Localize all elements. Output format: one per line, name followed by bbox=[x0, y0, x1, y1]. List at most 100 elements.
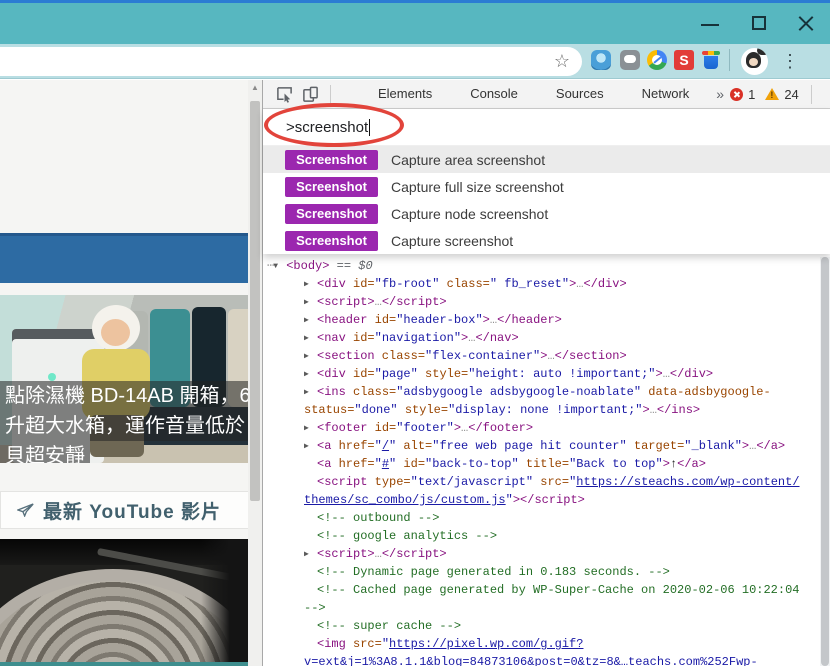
dom-tree-line[interactable]: <!-- google analytics --> bbox=[263, 527, 819, 545]
article-image[interactable]: 點除濕機 BD-14AB 開箱，6.5升超大水箱，運作音量低於 50貝超安靜 bbox=[0, 295, 253, 463]
dom-tree-line[interactable]: ▶<div id="fb-root" class=" fb_reset">…</… bbox=[263, 275, 819, 293]
dom-token: … bbox=[547, 349, 554, 363]
close-window-icon[interactable] bbox=[798, 15, 814, 31]
line-extension-icon[interactable] bbox=[620, 50, 640, 70]
dom-tree-line[interactable]: ▶<section class="flex-container">…</sect… bbox=[263, 347, 819, 365]
article-caption-line: 貝超安靜 bbox=[0, 441, 253, 463]
annotation-ellipse bbox=[264, 103, 404, 147]
inspect-element-icon[interactable] bbox=[276, 86, 293, 103]
dom-tree-line[interactable]: --> bbox=[263, 599, 819, 617]
mascot-extension-icon[interactable] bbox=[591, 50, 611, 70]
dom-tree-line[interactable]: <script type="text/javascript" src="http… bbox=[263, 473, 819, 491]
page-scrollbar[interactable]: ▲ bbox=[248, 80, 262, 666]
expand-arrow-icon[interactable]: ▶ bbox=[304, 546, 317, 564]
expand-arrow-icon[interactable]: ▶ bbox=[304, 366, 317, 384]
dom-token: " bbox=[375, 457, 382, 471]
dom-token: status= bbox=[304, 403, 354, 417]
dom-tree-line[interactable]: v=ext&j=1%3A8.1.1&blog=84873106&post=0&t… bbox=[263, 653, 819, 666]
dom-token: <div bbox=[317, 367, 346, 381]
tab-console[interactable]: Console bbox=[456, 80, 532, 108]
expand-arrow-icon[interactable]: ▶ bbox=[304, 312, 317, 330]
dom-token: <div bbox=[317, 277, 346, 291]
dom-token: <section bbox=[317, 349, 375, 363]
tab-network[interactable]: Network bbox=[628, 80, 704, 108]
expand-arrow-icon[interactable]: ▶ bbox=[304, 420, 317, 438]
expand-arrow-icon[interactable]: ▶ bbox=[304, 276, 317, 294]
dom-token: "flex-container" bbox=[425, 349, 540, 363]
expand-arrow-icon[interactable]: ▶ bbox=[304, 438, 317, 456]
window-titlebar[interactable] bbox=[0, 3, 830, 44]
trash-body-shape bbox=[704, 56, 718, 69]
dom-token: v=ext&j=1%3A8.1.1&blog=84873106&post=0&t… bbox=[304, 655, 758, 666]
dom-token: "fb-root" bbox=[375, 277, 440, 291]
dom-tree-line[interactable]: ▶<footer id="footer">…</footer> bbox=[263, 419, 819, 437]
dom-token: " fb_reset" bbox=[490, 277, 569, 291]
dom-token: <!-- super cache --> bbox=[317, 619, 461, 633]
dom-tree-line[interactable]: <!-- outbound --> bbox=[263, 509, 819, 527]
dom-token: </script> bbox=[382, 547, 447, 561]
dom-token: id= bbox=[367, 421, 396, 435]
dom-token: … bbox=[490, 313, 497, 327]
address-bar[interactable]: ☆ bbox=[0, 47, 582, 76]
dom-tree-line[interactable]: ▶<header id="header-box">…</header> bbox=[263, 311, 819, 329]
dom-token: <nav bbox=[317, 331, 346, 345]
dom-tree-line[interactable]: status="done" style="display: none !impo… bbox=[263, 401, 819, 419]
youtube-section-title: 最新 YouTube 影片 bbox=[43, 497, 221, 524]
google-extension-icon[interactable] bbox=[647, 50, 667, 70]
tab-sources[interactable]: Sources bbox=[542, 80, 618, 108]
minimize-icon[interactable] bbox=[701, 24, 719, 26]
shopback-extension-icon[interactable]: S bbox=[674, 50, 694, 70]
warning-badge[interactable]: ! 24 bbox=[765, 87, 798, 102]
dom-token: </script> bbox=[520, 493, 585, 507]
maximize-icon[interactable] bbox=[752, 16, 766, 30]
device-toolbar-icon[interactable] bbox=[302, 86, 319, 103]
dom-tree-line[interactable]: ▶<a href="/" alt="free web page hit coun… bbox=[263, 437, 819, 455]
devtools-scrollbar-thumb[interactable] bbox=[821, 257, 829, 666]
bookmark-star-icon[interactable]: ☆ bbox=[554, 50, 570, 72]
devtools-scrollbar[interactable] bbox=[820, 257, 830, 666]
command-results: ScreenshotCapture area screenshotScreens… bbox=[263, 146, 830, 254]
dom-tree-line[interactable]: ⋯▼<body> == $0 bbox=[263, 257, 819, 275]
dom-token: </nav> bbox=[475, 331, 518, 345]
browser-menu-icon[interactable]: ⋮ bbox=[781, 48, 799, 74]
scrollbar-thumb[interactable] bbox=[250, 101, 260, 501]
command-result-row[interactable]: ScreenshotCapture full size screenshot bbox=[263, 173, 830, 200]
dom-tree-line[interactable]: <!-- Dynamic page generated in 0.183 sec… bbox=[263, 563, 819, 581]
video-thumbnail[interactable] bbox=[0, 539, 253, 662]
dom-token: > bbox=[454, 421, 461, 435]
tabbar-separator bbox=[330, 85, 331, 104]
dom-tree-line[interactable]: <img src="https://pixel.wp.com/g.gif? bbox=[263, 635, 819, 653]
expand-arrow-icon[interactable]: ▶ bbox=[304, 384, 317, 402]
dom-tree-line[interactable]: themes/sc_combo/js/custom.js"></script> bbox=[263, 491, 819, 509]
dom-tree-line[interactable]: ▶<script>…</script> bbox=[263, 545, 819, 563]
more-tabs-icon[interactable]: » bbox=[716, 86, 724, 102]
browser-window: ☆ S ⋮ 點除濕機 BD-14AB 開箱，6.5升超 bbox=[0, 0, 830, 666]
dom-token: <ins bbox=[317, 385, 346, 399]
command-category-badge: Screenshot bbox=[285, 231, 378, 251]
command-result-row[interactable]: ScreenshotCapture node screenshot bbox=[263, 200, 830, 227]
expand-arrow-icon[interactable]: ▼ bbox=[273, 258, 286, 276]
dom-token: > bbox=[656, 367, 663, 381]
dom-token: <a bbox=[317, 439, 331, 453]
dom-token: alt= bbox=[396, 439, 432, 453]
dom-token: … bbox=[375, 295, 382, 309]
command-result-row[interactable]: ScreenshotCapture screenshot bbox=[263, 227, 830, 254]
dom-tree-line[interactable]: <a href="#" id="back-to-top" title="Back… bbox=[263, 455, 819, 473]
dom-tree-line[interactable]: <!-- Cached page generated by WP-Super-C… bbox=[263, 581, 819, 599]
command-result-row[interactable]: ScreenshotCapture area screenshot bbox=[263, 146, 830, 173]
dom-tree-line[interactable]: ▶<div id="page" style="height: auto !imp… bbox=[263, 365, 819, 383]
expand-arrow-icon[interactable]: ▶ bbox=[304, 294, 317, 312]
tab-elements[interactable]: Elements bbox=[364, 80, 446, 108]
expand-arrow-icon[interactable]: ▶ bbox=[304, 348, 317, 366]
dom-token: themes/sc_combo/js/custom.js bbox=[304, 493, 506, 507]
profile-avatar[interactable] bbox=[741, 48, 768, 75]
scrollbar-up-icon[interactable]: ▲ bbox=[248, 83, 262, 92]
trash-extension-icon[interactable] bbox=[701, 50, 721, 70]
dom-tree-line[interactable]: ▶<ins class="adsbygoogle adsbygoogle-noa… bbox=[263, 383, 819, 401]
error-badge[interactable]: 1 bbox=[730, 87, 755, 102]
dom-tree-line[interactable]: <!-- super cache --> bbox=[263, 617, 819, 635]
command-category-badge: Screenshot bbox=[285, 150, 378, 170]
expand-arrow-icon[interactable]: ▶ bbox=[304, 330, 317, 348]
dom-tree-line[interactable]: ▶<script>…</script> bbox=[263, 293, 819, 311]
dom-tree-line[interactable]: ▶<nav id="navigation">…</nav> bbox=[263, 329, 819, 347]
